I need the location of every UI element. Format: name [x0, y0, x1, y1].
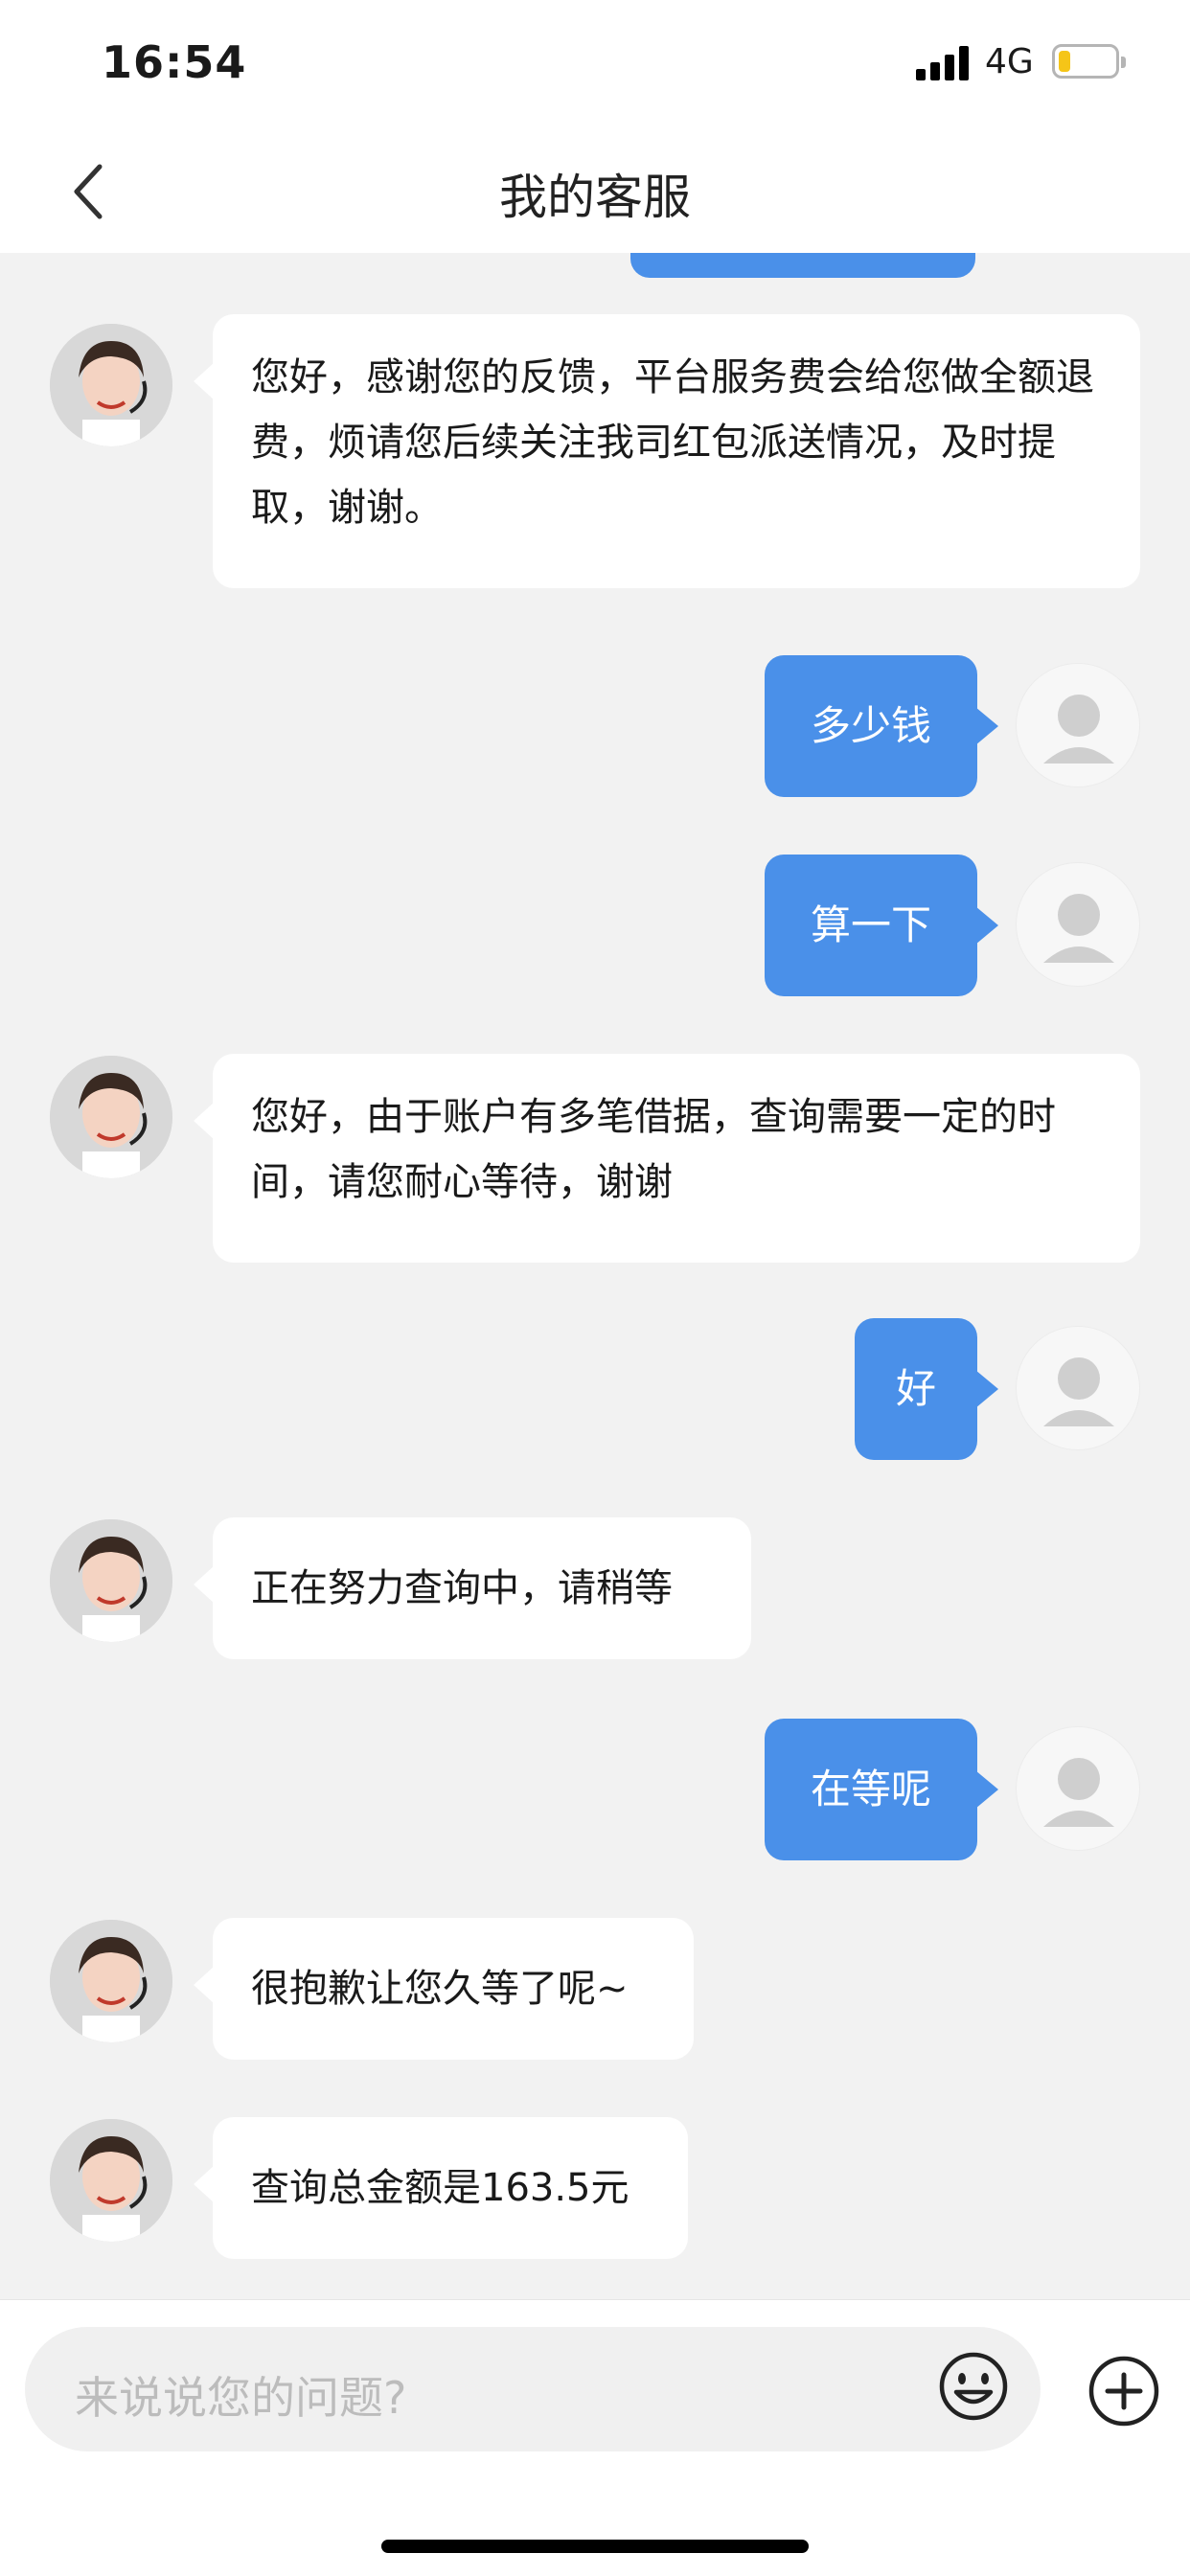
agent-message-bubble: 很抱歉让您久等了呢~: [194, 1918, 694, 2060]
battery-icon: [1052, 44, 1126, 79]
status-bar: 16:54 4G: [0, 0, 1190, 126]
message-input[interactable]: 来说说您的问题?: [25, 2327, 1041, 2451]
top-bar: 16:54 4G 我的客服: [0, 0, 1190, 253]
emoji-icon[interactable]: [935, 2348, 1012, 2425]
agent-message-bubble: 查询总金额是163.5元: [194, 2117, 688, 2259]
user-message-bubble: 好: [855, 1318, 998, 1460]
status-time: 16:54: [102, 36, 247, 88]
plus-circle-icon[interactable]: [1087, 2354, 1161, 2428]
user-avatar[interactable]: [1016, 1326, 1140, 1450]
agent-avatar[interactable]: [50, 324, 172, 446]
agent-avatar[interactable]: [50, 1056, 172, 1178]
agent-message-bubble: 正在努力查询中，请稍等: [194, 1517, 751, 1659]
agent-message-bubble: 您好，感谢您的反馈，平台服务费会给您做全额退费，烦请您后续关注我司红包派送情况，…: [194, 314, 1140, 588]
input-bar: 来说说您的问题?: [0, 2299, 1190, 2576]
previous-user-bubble-partial: [630, 253, 975, 278]
user-avatar[interactable]: [1016, 1726, 1140, 1851]
network-type: 4G: [985, 42, 1034, 81]
agent-avatar[interactable]: [50, 1920, 172, 2042]
input-placeholder: 来说说您的问题?: [75, 2372, 407, 2424]
agent-message-bubble: 您好，由于账户有多笔借据，查询需要一定的时间，请您耐心等待，谢谢: [194, 1054, 1140, 1263]
user-message-bubble: 算一下: [765, 855, 998, 996]
agent-avatar[interactable]: [50, 2119, 172, 2242]
page-title: 我的客服: [499, 170, 691, 225]
nav-bar: 我的客服: [0, 126, 1190, 253]
user-message-bubble: 在等呢: [765, 1719, 998, 1860]
agent-avatar[interactable]: [50, 1519, 172, 1642]
user-avatar[interactable]: [1016, 862, 1140, 987]
chat-list[interactable]: 您好，感谢您的反馈，平台服务费会给您做全额退费，烦请您后续关注我司红包派送情况，…: [0, 253, 1190, 2299]
user-avatar[interactable]: [1016, 663, 1140, 787]
user-message-bubble: 多少钱: [765, 655, 998, 797]
home-indicator: [381, 2540, 809, 2553]
signal-icon: [916, 46, 970, 80]
